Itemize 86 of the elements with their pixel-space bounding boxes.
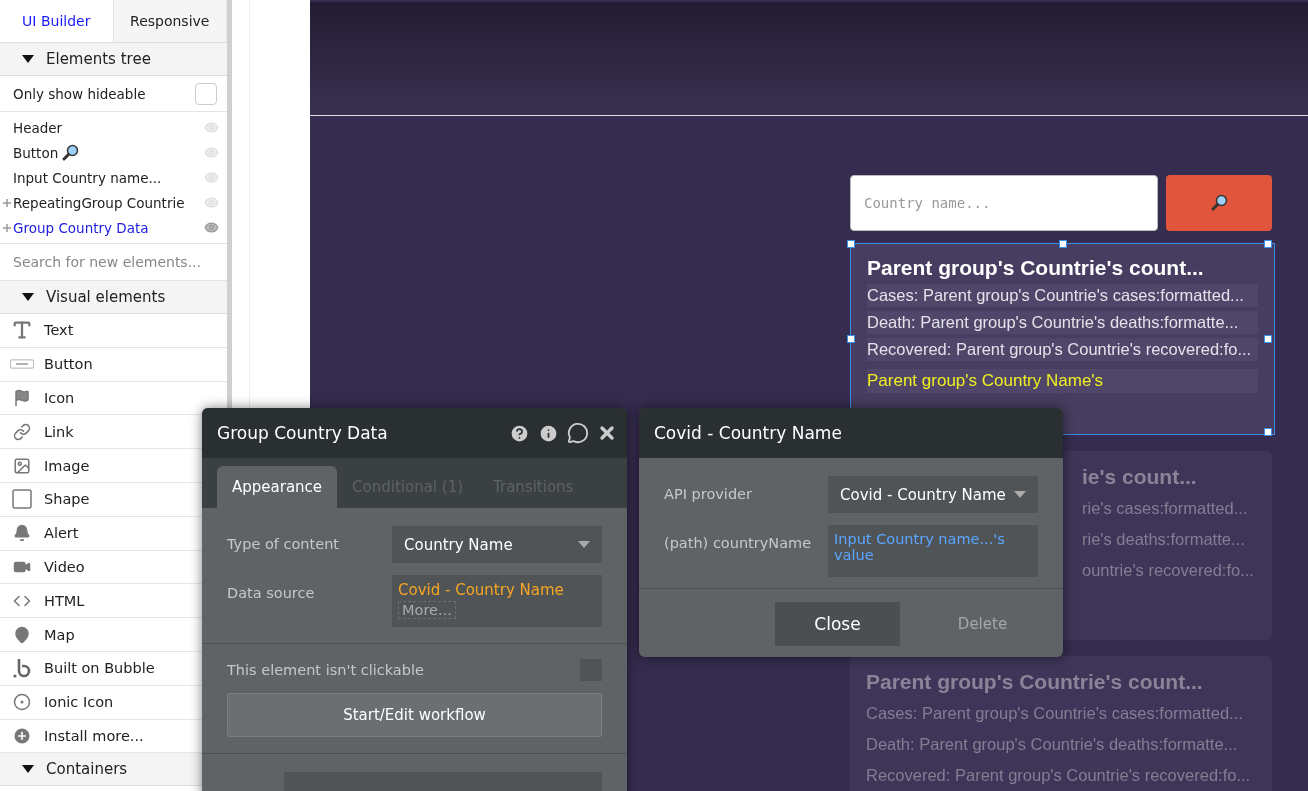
collapse-triangle-icon[interactable]	[22, 293, 34, 301]
provider-dropdown[interactable]: Covid - Country Name	[828, 476, 1038, 513]
rectangle-icon	[10, 487, 34, 512]
workflow-button[interactable]: Start/Edit workflow	[227, 693, 602, 737]
section-title: Elements tree	[46, 50, 151, 68]
card-text: rie's deaths:formatte...	[1082, 529, 1246, 550]
field-label: (path) countryName	[664, 534, 812, 551]
ionic-circle-icon	[13, 693, 31, 712]
resize-handle[interactable]	[1264, 240, 1272, 248]
info-icon[interactable]	[538, 422, 559, 444]
element-item[interactable]: Install more...	[44, 727, 144, 744]
card-title: Parent group's Countrie's count...	[866, 670, 1204, 694]
element-item[interactable]: Button	[44, 356, 93, 373]
element-item[interactable]: Shape	[44, 491, 90, 508]
help-icon[interactable]	[509, 422, 530, 444]
section-header[interactable]: Elements tree	[0, 43, 227, 76]
plus-icon[interactable]	[2, 199, 11, 207]
collapse-triangle-icon[interactable]	[22, 55, 34, 63]
close-icon[interactable]	[597, 423, 617, 443]
data-source-field[interactable]: Covid - Country Name More...	[392, 575, 602, 627]
click-button-icon	[10, 358, 34, 371]
tree-item[interactable]: RepeatingGroup Countrie	[13, 194, 204, 211]
expression-text: Input Country name...'s value	[834, 531, 1006, 563]
caret-icon	[578, 541, 590, 548]
editor-tab[interactable]: Appearance	[217, 466, 338, 508]
element-item[interactable]: Built on Bubble	[44, 660, 155, 677]
map-pin-icon	[13, 625, 31, 644]
resize-handle[interactable]	[1059, 240, 1067, 248]
caret-icon	[1014, 491, 1026, 498]
element-item[interactable]: Map	[44, 626, 75, 643]
dialog-title: Covid - Country Name	[654, 423, 842, 443]
add-circle-icon	[12, 725, 32, 746]
group-text: Recovered: Parent group's Countrie's recovered:fo...	[867, 338, 1258, 361]
element-item[interactable]: Icon	[44, 390, 75, 406]
flag-icon	[13, 389, 31, 407]
section-title: Visual elements	[46, 288, 166, 306]
tree-item[interactable]: Group Country Data	[13, 219, 204, 236]
field-label: API provider	[664, 485, 752, 502]
type-dropdown[interactable]: Country Name	[392, 526, 602, 563]
element-item[interactable]: Alert	[44, 525, 79, 542]
resize-handle[interactable]	[847, 240, 855, 248]
group-text: Death: Parent group's Countrie's deaths:formatte...	[867, 311, 1258, 334]
builder-tab[interactable]: Responsive	[113, 0, 227, 42]
card-text: Death: Parent group's Countrie's deaths:formatte...	[866, 734, 1239, 755]
element-item[interactable]: Video	[44, 558, 85, 575]
element-item[interactable]: Ionic Icon	[44, 694, 114, 711]
bubble-logo-icon	[13, 658, 31, 679]
element-item[interactable]: HTML	[44, 592, 85, 609]
field-label: Data source	[227, 584, 315, 601]
image-icon	[13, 456, 31, 475]
selected-group[interactable]	[850, 243, 1275, 435]
card-text: Recovered: Parent group's Countrie's recovered:fo...	[866, 765, 1252, 786]
plus-icon[interactable]	[2, 224, 11, 232]
resize-handle[interactable]	[1264, 335, 1272, 343]
card-text: Cases: Parent group's Countrie's cases:formatted...	[866, 703, 1244, 724]
group-text: Parent group's Country Name's	[867, 369, 1258, 393]
magnifier-icon	[1210, 194, 1228, 212]
filter-label: Only show hideable	[13, 85, 146, 102]
section-header[interactable]: Visual elements	[0, 281, 227, 314]
comment-icon[interactable]	[567, 422, 589, 444]
section-title: Containers	[46, 760, 128, 779]
group-title: Parent group's Countrie's count...	[867, 256, 1205, 280]
field-label: Type of content	[227, 535, 339, 552]
bell-icon	[13, 524, 31, 543]
group-text: Cases: Parent group's Countrie's cases:formatted...	[867, 284, 1258, 307]
element-item[interactable]: Image	[44, 457, 90, 474]
collapse-triangle-icon[interactable]	[22, 765, 34, 774]
country-input[interactable]: Country name...	[850, 175, 1158, 231]
card-title: ie's count...	[1082, 465, 1198, 489]
tree-item[interactable]: Header	[13, 119, 204, 136]
card-text: ountrie's recovered:fo...	[1082, 560, 1255, 581]
resize-handle[interactable]	[1264, 428, 1272, 436]
tree-item[interactable]: Input Country name...	[13, 169, 204, 186]
resize-handle[interactable]	[847, 335, 855, 343]
expression-text: Covid - Country Name	[398, 581, 564, 599]
hideable-checkbox[interactable]	[195, 82, 217, 105]
field-label: This element isn't clickable	[227, 662, 424, 678]
editor-title: Group Country Data	[217, 423, 388, 443]
dialog-button[interactable]: Close	[775, 602, 900, 646]
magnifier-icon	[61, 143, 80, 162]
link-icon	[13, 422, 31, 441]
tree-item[interactable]: Button	[13, 143, 204, 162]
card-text: rie's cases:formatted...	[1082, 498, 1249, 519]
element-item[interactable]: Link	[44, 423, 74, 440]
element-item[interactable]: Text	[44, 322, 74, 339]
eye-icon[interactable]	[204, 220, 219, 235]
